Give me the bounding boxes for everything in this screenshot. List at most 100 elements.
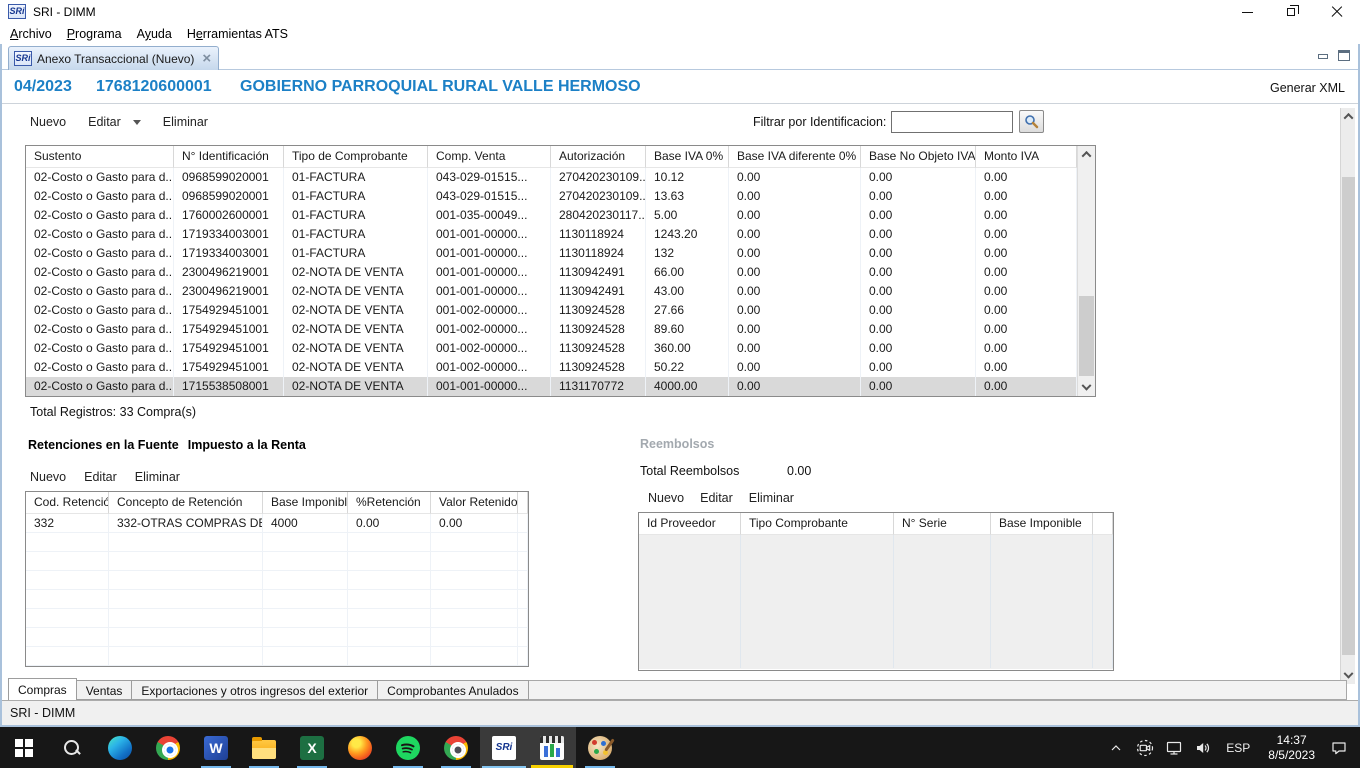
- table-empty-row[interactable]: [639, 649, 1113, 668]
- menu-ayuda[interactable]: Ayuda: [135, 26, 174, 42]
- column-header[interactable]: [1093, 513, 1113, 535]
- taskbar-spotify[interactable]: [384, 727, 432, 768]
- maximize-panel-icon[interactable]: [1338, 50, 1350, 61]
- column-header[interactable]: Concepto de Retención: [109, 492, 263, 514]
- minimize-button[interactable]: [1225, 0, 1270, 24]
- minimize-panel-icon[interactable]: [1317, 50, 1328, 60]
- tab-compras[interactable]: Compras: [8, 678, 77, 700]
- ret-nuevo-button[interactable]: Nuevo: [30, 470, 66, 484]
- nuevo-button[interactable]: Nuevo: [30, 115, 66, 129]
- table-row[interactable]: 02-Costo o Gasto para d...17549294510010…: [26, 339, 1095, 358]
- menu-archivo[interactable]: Archivo: [8, 26, 54, 42]
- column-header[interactable]: Base Imponible: [991, 513, 1093, 535]
- ret-editar-button[interactable]: Editar: [84, 470, 117, 484]
- compras-table-scrollbar[interactable]: [1077, 146, 1095, 396]
- table-empty-row[interactable]: [26, 552, 528, 571]
- table-empty-row[interactable]: [639, 554, 1113, 573]
- menu-herramientas-ats[interactable]: Herramientas ATS: [185, 26, 290, 42]
- page-scroll-up-icon[interactable]: [1341, 108, 1355, 124]
- column-header[interactable]: Comp. Venta: [428, 146, 551, 168]
- table-row[interactable]: 02-Costo o Gasto para d...23004962190010…: [26, 282, 1095, 301]
- table-empty-row[interactable]: [26, 609, 528, 628]
- tray-chevron-up-icon[interactable]: [1105, 728, 1127, 768]
- filter-input[interactable]: [891, 111, 1013, 133]
- column-header[interactable]: Base Imponible: [263, 492, 348, 514]
- column-header[interactable]: Id Proveedor: [639, 513, 741, 535]
- table-empty-row[interactable]: [26, 571, 528, 590]
- table-row[interactable]: 02-Costo o Gasto para d...17193340030010…: [26, 225, 1095, 244]
- table-row[interactable]: 02-Costo o Gasto para d...17193340030010…: [26, 244, 1095, 263]
- taskbar-dimm-anexos[interactable]: [528, 727, 576, 768]
- meet-now-icon[interactable]: [1134, 728, 1156, 768]
- tab-exportaciones[interactable]: Exportaciones y otros ingresos del exter…: [132, 680, 378, 700]
- reemb-nuevo-button[interactable]: Nuevo: [648, 491, 684, 505]
- ret-eliminar-button[interactable]: Eliminar: [135, 470, 180, 484]
- taskbar-search-button[interactable]: [48, 727, 96, 768]
- table-row[interactable]: 02-Costo o Gasto para d...17549294510010…: [26, 358, 1095, 377]
- table-row[interactable]: 02-Costo o Gasto para d...17600026000010…: [26, 206, 1095, 225]
- taskbar-paint[interactable]: [576, 727, 624, 768]
- table-empty-row[interactable]: [639, 592, 1113, 611]
- start-button[interactable]: [0, 727, 48, 768]
- column-header[interactable]: Base No Objeto IVA: [861, 146, 976, 168]
- taskbar-word[interactable]: W: [192, 727, 240, 768]
- tab-ventas[interactable]: Ventas: [77, 680, 133, 700]
- taskbar-firefox[interactable]: [336, 727, 384, 768]
- filter-search-button[interactable]: [1019, 110, 1044, 133]
- volume-icon[interactable]: [1192, 728, 1214, 768]
- table-row[interactable]: 02-Costo o Gasto para d...17549294510010…: [26, 320, 1095, 339]
- tab-anexo-transaccional[interactable]: SRi Anexo Transaccional (Nuevo) ×: [8, 46, 219, 70]
- table-empty-row[interactable]: [639, 630, 1113, 649]
- close-button[interactable]: [1315, 0, 1360, 24]
- taskbar-chrome-profile[interactable]: [432, 727, 480, 768]
- tab-comprobantes-anulados[interactable]: Comprobantes Anulados: [378, 680, 528, 700]
- network-icon[interactable]: [1163, 728, 1185, 768]
- clock[interactable]: 14:37 8/5/2023: [1262, 733, 1321, 763]
- column-header[interactable]: Base IVA diferente 0%: [729, 146, 861, 168]
- column-header[interactable]: Monto IVA: [976, 146, 1077, 168]
- table-empty-row[interactable]: [639, 535, 1113, 554]
- taskbar-file-explorer[interactable]: [240, 727, 288, 768]
- eliminar-button[interactable]: Eliminar: [163, 115, 208, 129]
- taskbar-excel[interactable]: X: [288, 727, 336, 768]
- page-scrollbar-thumb[interactable]: [1342, 177, 1355, 655]
- scrollbar-thumb[interactable]: [1079, 296, 1094, 376]
- tab-close-icon[interactable]: ×: [202, 52, 211, 66]
- table-row[interactable]: 02-Costo o Gasto para d...17549294510010…: [26, 301, 1095, 320]
- column-header[interactable]: N° Identificación: [174, 146, 284, 168]
- action-center-icon[interactable]: [1328, 728, 1350, 768]
- column-header[interactable]: [518, 492, 528, 514]
- table-empty-row[interactable]: [26, 628, 528, 647]
- table-empty-row[interactable]: [26, 647, 528, 666]
- column-header[interactable]: Autorización: [551, 146, 646, 168]
- menu-programa[interactable]: Programa: [65, 26, 124, 42]
- column-header[interactable]: Cod. Retención: [26, 492, 109, 514]
- table-row[interactable]: 02-Costo o Gasto para d...09685990200010…: [26, 168, 1095, 187]
- generar-xml-button[interactable]: Generar XML: [1270, 81, 1345, 95]
- table-row[interactable]: 332332-OTRAS COMPRAS DE BIE...40000.000.…: [26, 514, 528, 533]
- table-row[interactable]: 02-Costo o Gasto para d...17155385080010…: [26, 377, 1095, 396]
- table-empty-row[interactable]: [26, 533, 528, 552]
- taskbar-chrome[interactable]: [144, 727, 192, 768]
- column-header[interactable]: %Retención: [348, 492, 431, 514]
- restore-button[interactable]: [1270, 0, 1315, 24]
- scroll-up-icon[interactable]: [1078, 146, 1095, 162]
- column-header[interactable]: Tipo de Comprobante: [284, 146, 428, 168]
- column-header[interactable]: Tipo Comprobante: [741, 513, 894, 535]
- reemb-editar-button[interactable]: Editar: [700, 491, 733, 505]
- column-header[interactable]: N° Serie: [894, 513, 991, 535]
- editar-dropdown-icon[interactable]: [133, 120, 141, 125]
- table-empty-row[interactable]: [639, 573, 1113, 592]
- table-row[interactable]: 02-Costo o Gasto para d...09685990200010…: [26, 187, 1095, 206]
- column-header[interactable]: Base IVA 0%: [646, 146, 729, 168]
- reemb-eliminar-button[interactable]: Eliminar: [749, 491, 794, 505]
- column-header[interactable]: Sustento: [26, 146, 174, 168]
- table-empty-row[interactable]: [639, 611, 1113, 630]
- taskbar-edge[interactable]: [96, 727, 144, 768]
- scroll-down-icon[interactable]: [1078, 380, 1095, 396]
- column-header[interactable]: Valor Retenido: [431, 492, 518, 514]
- table-empty-row[interactable]: [26, 590, 528, 609]
- table-row[interactable]: 02-Costo o Gasto para d...23004962190010…: [26, 263, 1095, 282]
- language-indicator[interactable]: ESP: [1221, 741, 1255, 755]
- page-scrollbar[interactable]: [1340, 108, 1355, 684]
